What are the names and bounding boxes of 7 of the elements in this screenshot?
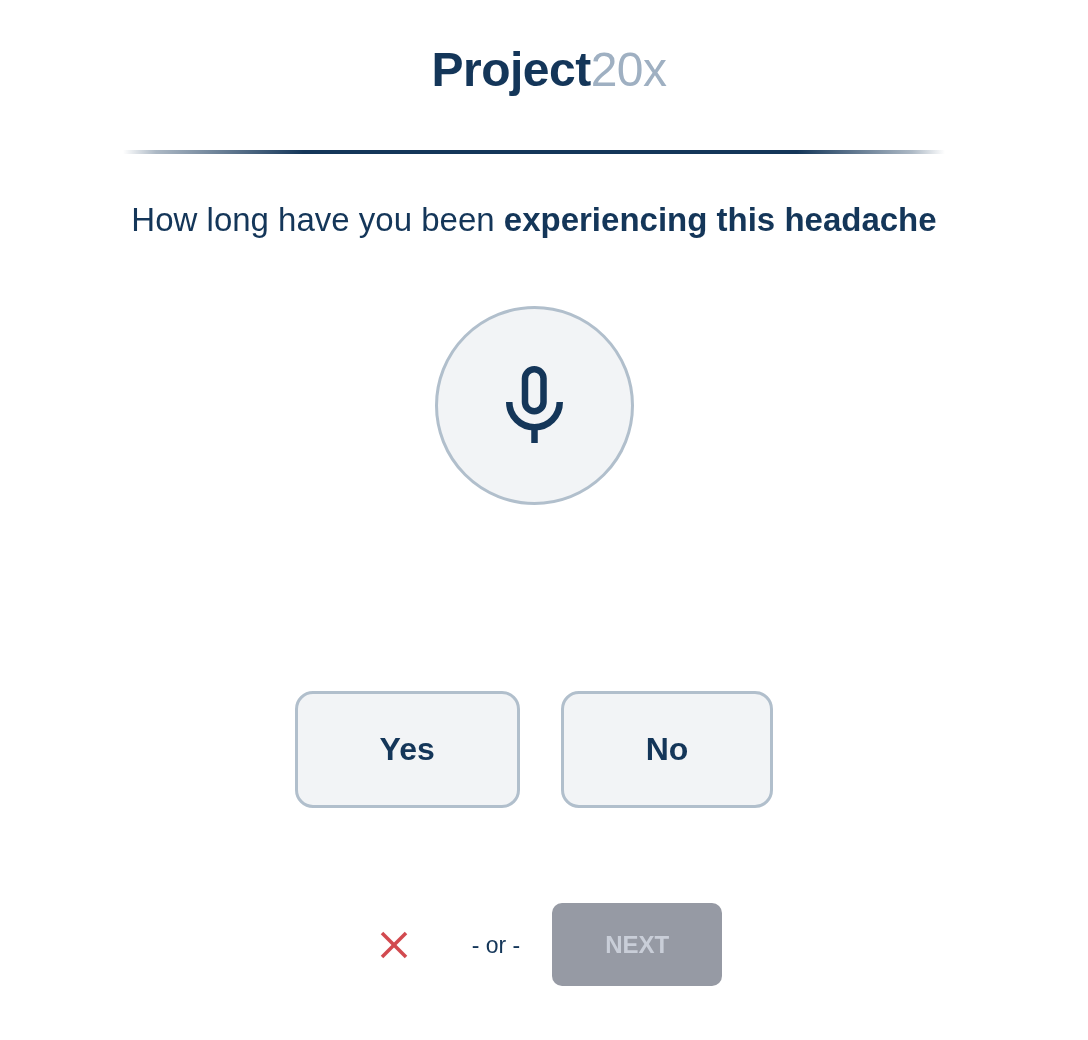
answer-button[interactable]: Yes: [294, 691, 520, 808]
answer-button[interactable]: No: [560, 691, 774, 808]
question-text: How long have you been experiencing this headache: [131, 200, 937, 240]
close-icon[interactable]: [379, 930, 408, 959]
logo-text: Project20x: [431, 42, 667, 98]
microphone-icon: [505, 365, 563, 443]
separator-text: - or -: [471, 930, 521, 960]
